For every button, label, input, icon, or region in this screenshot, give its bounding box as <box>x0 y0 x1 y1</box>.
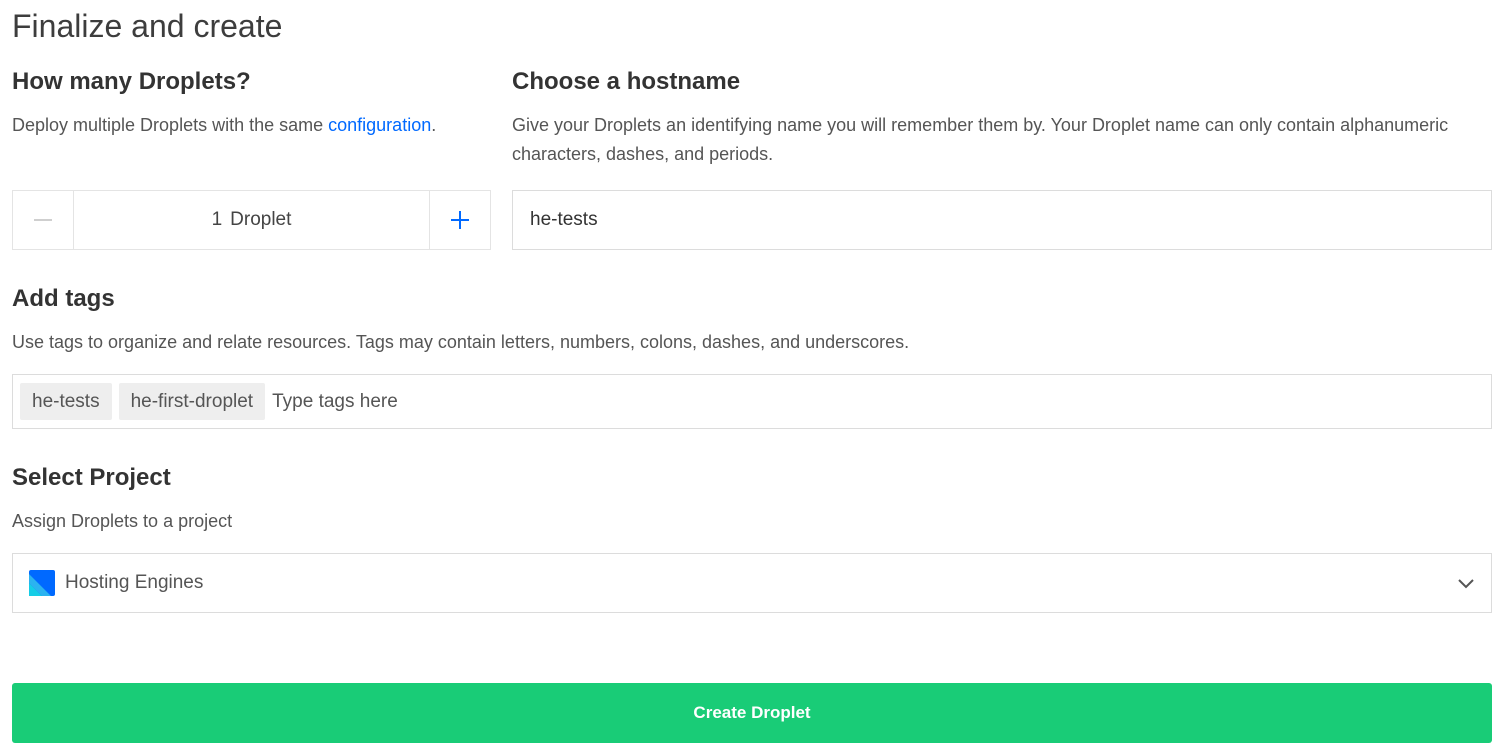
droplet-count-title: How many Droplets? <box>12 68 251 95</box>
tag-chip[interactable]: he-first-droplet <box>118 383 266 420</box>
tag-chip[interactable]: he-tests <box>20 383 112 420</box>
tags-description: Use tags to organize and relate resource… <box>12 332 910 352</box>
increment-button[interactable] <box>429 191 490 249</box>
tags-input-box[interactable]: he-tests he-first-droplet <box>12 374 1492 429</box>
chevron-down-icon <box>1458 579 1474 589</box>
project-icon <box>29 570 55 596</box>
project-select[interactable]: Hosting Engines <box>12 553 1492 613</box>
droplet-count-desc-text: Deploy multiple Droplets with the same <box>12 115 329 135</box>
project-description: Assign Droplets to a project <box>12 511 233 531</box>
droplet-count-description: Deploy multiple Droplets with the same c… <box>12 111 492 140</box>
tags-input[interactable] <box>272 381 1484 422</box>
plus-icon <box>451 211 469 229</box>
hostname-description: Give your Droplets an identifying name y… <box>512 115 1449 164</box>
configuration-link[interactable]: configuration <box>328 115 431 135</box>
minus-icon <box>34 219 52 221</box>
project-name: Hosting Engines <box>65 572 204 593</box>
droplet-count-desc-suffix: . <box>431 115 437 135</box>
droplet-count-display: 1 Droplet <box>74 191 429 249</box>
hostname-input[interactable] <box>512 190 1492 250</box>
droplet-count-value: 1 <box>211 209 223 230</box>
tags-title: Add tags <box>12 285 115 312</box>
droplet-count-stepper: 1 Droplet <box>12 190 491 250</box>
create-droplet-button[interactable]: Create Droplet <box>12 683 1492 743</box>
project-title: Select Project <box>12 464 171 491</box>
droplet-count-unit: Droplet <box>230 209 292 230</box>
page-title: Finalize and create <box>12 8 283 44</box>
hostname-title: Choose a hostname <box>512 68 741 95</box>
decrement-button[interactable] <box>13 191 74 249</box>
finalize-section: Finalize and create How many Droplets? D… <box>0 0 1511 751</box>
